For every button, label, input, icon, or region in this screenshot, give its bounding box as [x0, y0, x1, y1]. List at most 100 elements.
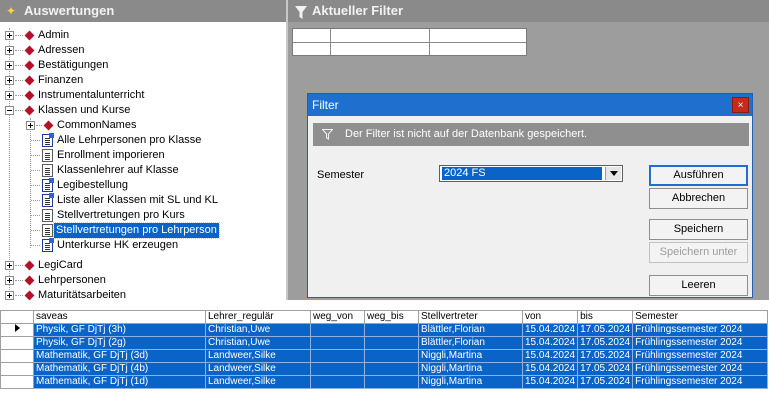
- column-header[interactable]: saveas: [33, 310, 206, 324]
- table-row[interactable]: Mathematik, GF DjTj (3d) Landweer,Silke …: [0, 349, 769, 363]
- table-cell[interactable]: 15.04.2024: [521, 349, 579, 363]
- column-header[interactable]: Lehrer_regulär: [205, 310, 311, 324]
- expand-icon[interactable]: [5, 31, 14, 40]
- expand-icon[interactable]: [5, 291, 14, 300]
- save-as-button[interactable]: Speichern unter: [649, 242, 748, 263]
- table-cell[interactable]: Physik, GF DjTj (2g): [33, 336, 206, 350]
- column-header[interactable]: Stellvertreter: [418, 310, 523, 324]
- reports-panel-title: Auswertungen: [24, 3, 115, 18]
- reports-tree[interactable]: Admin Adressen Bestätigungen Finanzen In…: [0, 22, 286, 300]
- table-cell[interactable]: [364, 336, 419, 350]
- execute-button[interactable]: Ausführen: [649, 165, 748, 186]
- tree-item-stellvertretungen-pro-kurs[interactable]: Stellvertretungen pro Kurs: [0, 208, 286, 223]
- table-cell[interactable]: Blättler,Florian: [418, 323, 523, 337]
- expand-icon[interactable]: [5, 61, 14, 70]
- table-cell[interactable]: [364, 349, 419, 363]
- table-cell[interactable]: Landweer,Silke: [205, 375, 311, 389]
- table-cell[interactable]: Niggli,Martina: [418, 362, 523, 376]
- tree-item-instrumentalunterricht[interactable]: Instrumentalunterricht: [0, 88, 286, 103]
- table-cell[interactable]: Niggli,Martina: [418, 349, 523, 363]
- table-cell[interactable]: [364, 375, 419, 389]
- table-cell[interactable]: [310, 375, 365, 389]
- expand-icon[interactable]: [5, 91, 14, 100]
- tree-item-unterkurse-hk-erzeugen[interactable]: Unterkurse HK erzeugen: [0, 238, 286, 253]
- expand-icon[interactable]: [5, 261, 14, 270]
- table-cell[interactable]: 15.04.2024: [521, 323, 579, 337]
- tree-item-klassenlehrer-auf-klasse[interactable]: Klassenlehrer auf Klasse: [0, 163, 286, 178]
- filter-info-text: Der Filter ist nicht auf der Datenbank g…: [345, 128, 588, 140]
- tree-item-alle-lehrpersonen-pro-klasse[interactable]: Alle Lehrpersonen pro Klasse: [0, 133, 286, 148]
- tree-item-legibestellung[interactable]: Legibestellung: [0, 178, 286, 193]
- table-cell[interactable]: Mathematik, GF DjTj (1d): [33, 375, 206, 389]
- table-cell[interactable]: 17.05.2024: [577, 375, 634, 389]
- tree-item-klassen-und-kurse[interactable]: Klassen und Kurse: [0, 103, 286, 118]
- row-selector[interactable]: [0, 323, 34, 337]
- table-cell[interactable]: 17.05.2024: [577, 362, 634, 376]
- column-header[interactable]: weg_von: [310, 310, 365, 324]
- table-row[interactable]: Mathematik, GF DjTj (1d) Landweer,Silke …: [0, 375, 769, 389]
- column-header[interactable]: von: [521, 310, 579, 324]
- row-selector[interactable]: [0, 336, 34, 350]
- table-cell[interactable]: [310, 362, 365, 376]
- tree-item-stellvertretungen-pro-lehrperson[interactable]: Stellvertretungen pro Lehrperson: [0, 222, 286, 239]
- tree-item-adressen[interactable]: Adressen: [0, 43, 286, 58]
- table-cell[interactable]: 17.05.2024: [577, 323, 634, 337]
- row-selector[interactable]: [0, 362, 34, 376]
- semester-select[interactable]: 2024 FS: [439, 165, 623, 182]
- table-cell[interactable]: [310, 349, 365, 363]
- table-cell[interactable]: Mathematik, GF DjTj (4b): [33, 362, 206, 376]
- row-selector[interactable]: [0, 375, 34, 389]
- tree-item-liste-aller-klassen[interactable]: Liste aller Klassen mit SL und KL: [0, 193, 286, 208]
- clear-button[interactable]: Leeren: [649, 275, 748, 296]
- column-header[interactable]: bis: [577, 310, 634, 324]
- table-cell[interactable]: Landweer,Silke: [205, 349, 311, 363]
- column-header[interactable]: weg_bis: [364, 310, 419, 324]
- table-cell[interactable]: [364, 362, 419, 376]
- table-cell[interactable]: Christian,Uwe: [205, 323, 311, 337]
- table-cell[interactable]: Frühlingssemester 2024: [632, 362, 769, 376]
- table-cell[interactable]: Mathematik, GF DjTj (3d): [33, 349, 206, 363]
- tree-item-enrollment-imporieren[interactable]: Enrollment imporieren: [0, 148, 286, 163]
- tree-item-lehrpersonen[interactable]: Lehrpersonen: [0, 273, 286, 288]
- table-cell[interactable]: Frühlingssemester 2024: [632, 349, 769, 363]
- filter-criteria-grid[interactable]: [292, 28, 527, 56]
- table-cell[interactable]: 15.04.2024: [521, 362, 579, 376]
- close-button[interactable]: ×: [732, 97, 749, 113]
- chevron-down-icon[interactable]: [605, 167, 621, 180]
- expand-icon[interactable]: [26, 121, 35, 130]
- collapse-icon[interactable]: [5, 106, 14, 115]
- row-selector[interactable]: [0, 349, 34, 363]
- tree-item-commonnames[interactable]: CommonNames: [0, 118, 286, 133]
- table-cell[interactable]: Frühlingssemester 2024: [632, 336, 769, 350]
- tree-item-maturitaetsarbeiten[interactable]: Maturitätsarbeiten: [0, 288, 286, 300]
- table-cell[interactable]: [364, 323, 419, 337]
- table-cell[interactable]: Blättler,Florian: [418, 336, 523, 350]
- tree-item-legicard[interactable]: LegiCard: [0, 258, 286, 273]
- table-row[interactable]: Physik, GF DjTj (2g) Christian,Uwe Blätt…: [0, 336, 769, 350]
- filter-dialog-titlebar[interactable]: Filter ×: [308, 94, 752, 116]
- tree-item-admin[interactable]: Admin: [0, 28, 286, 43]
- table-cell[interactable]: Frühlingssemester 2024: [632, 323, 769, 337]
- table-cell[interactable]: Niggli,Martina: [418, 375, 523, 389]
- table-cell[interactable]: Physik, GF DjTj (3h): [33, 323, 206, 337]
- table-cell[interactable]: 15.04.2024: [521, 336, 579, 350]
- tree-item-finanzen[interactable]: Finanzen: [0, 73, 286, 88]
- table-row[interactable]: Physik, GF DjTj (3h) Christian,Uwe Blätt…: [0, 323, 769, 337]
- expand-icon[interactable]: [5, 46, 14, 55]
- expand-icon[interactable]: [5, 276, 14, 285]
- table-cell[interactable]: 17.05.2024: [577, 349, 634, 363]
- table-cell[interactable]: 15.04.2024: [521, 375, 579, 389]
- column-header[interactable]: Semester: [632, 310, 769, 324]
- table-cell[interactable]: Christian,Uwe: [205, 336, 311, 350]
- table-cell[interactable]: 17.05.2024: [577, 336, 634, 350]
- table-cell[interactable]: Landweer,Silke: [205, 362, 311, 376]
- cancel-button[interactable]: Abbrechen: [649, 188, 748, 209]
- results-table[interactable]: saveas Lehrer_regulär weg_von weg_bis St…: [0, 310, 769, 389]
- table-cell[interactable]: [310, 323, 365, 337]
- expand-icon[interactable]: [5, 76, 14, 85]
- table-row[interactable]: Mathematik, GF DjTj (4b) Landweer,Silke …: [0, 362, 769, 376]
- table-cell[interactable]: Frühlingssemester 2024: [632, 375, 769, 389]
- tree-item-bestaetigungen[interactable]: Bestätigungen: [0, 58, 286, 73]
- save-button[interactable]: Speichern: [649, 219, 748, 240]
- table-cell[interactable]: [310, 336, 365, 350]
